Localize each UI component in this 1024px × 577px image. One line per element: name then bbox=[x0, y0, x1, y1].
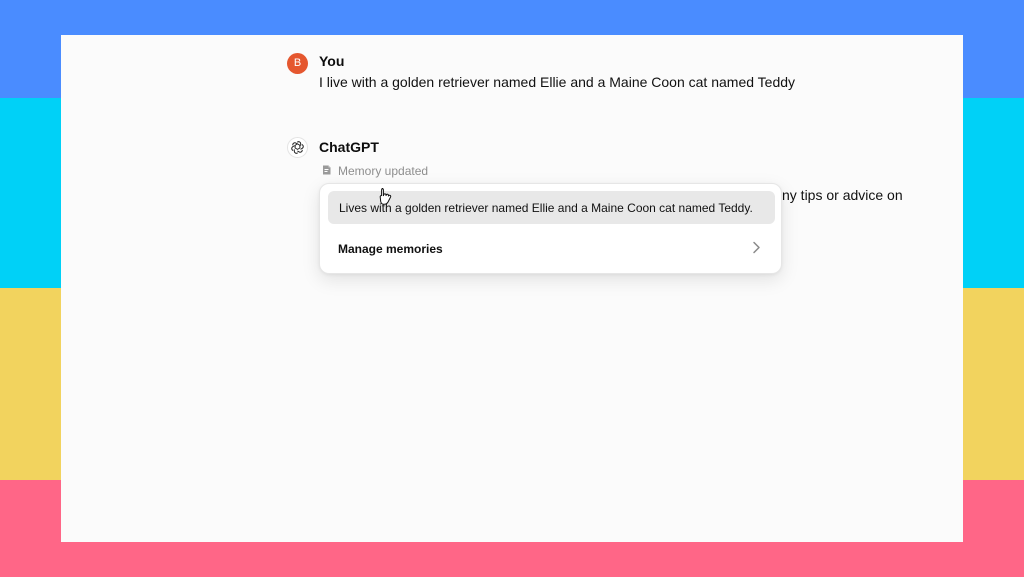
chevron-right-icon bbox=[752, 241, 761, 257]
manage-memories-label: Manage memories bbox=[338, 241, 443, 256]
user-message: I live with a golden retriever named Ell… bbox=[319, 74, 796, 90]
assistant-name: ChatGPT bbox=[319, 139, 379, 155]
chat-window: B You I live with a golden retriever nam… bbox=[61, 35, 963, 542]
memory-item[interactable]: Lives with a golden retriever named Elli… bbox=[328, 191, 775, 224]
memory-status-label: Memory updated bbox=[338, 164, 429, 178]
manage-memories-button[interactable]: Manage memories bbox=[328, 232, 775, 265]
memory-icon bbox=[321, 164, 333, 179]
memory-updated-button[interactable]: Memory updated bbox=[321, 162, 428, 180]
memory-popover: Lives with a golden retriever named Elli… bbox=[319, 183, 782, 274]
user-avatar: B bbox=[287, 53, 308, 74]
chatgpt-logo-shape bbox=[291, 141, 304, 154]
user-name: You bbox=[319, 53, 345, 69]
chatgpt-logo-icon bbox=[287, 137, 308, 158]
screenshot-stage: B You I live with a golden retriever nam… bbox=[0, 0, 1024, 577]
assistant-response-fragment: ny tips or advice on bbox=[782, 187, 903, 203]
